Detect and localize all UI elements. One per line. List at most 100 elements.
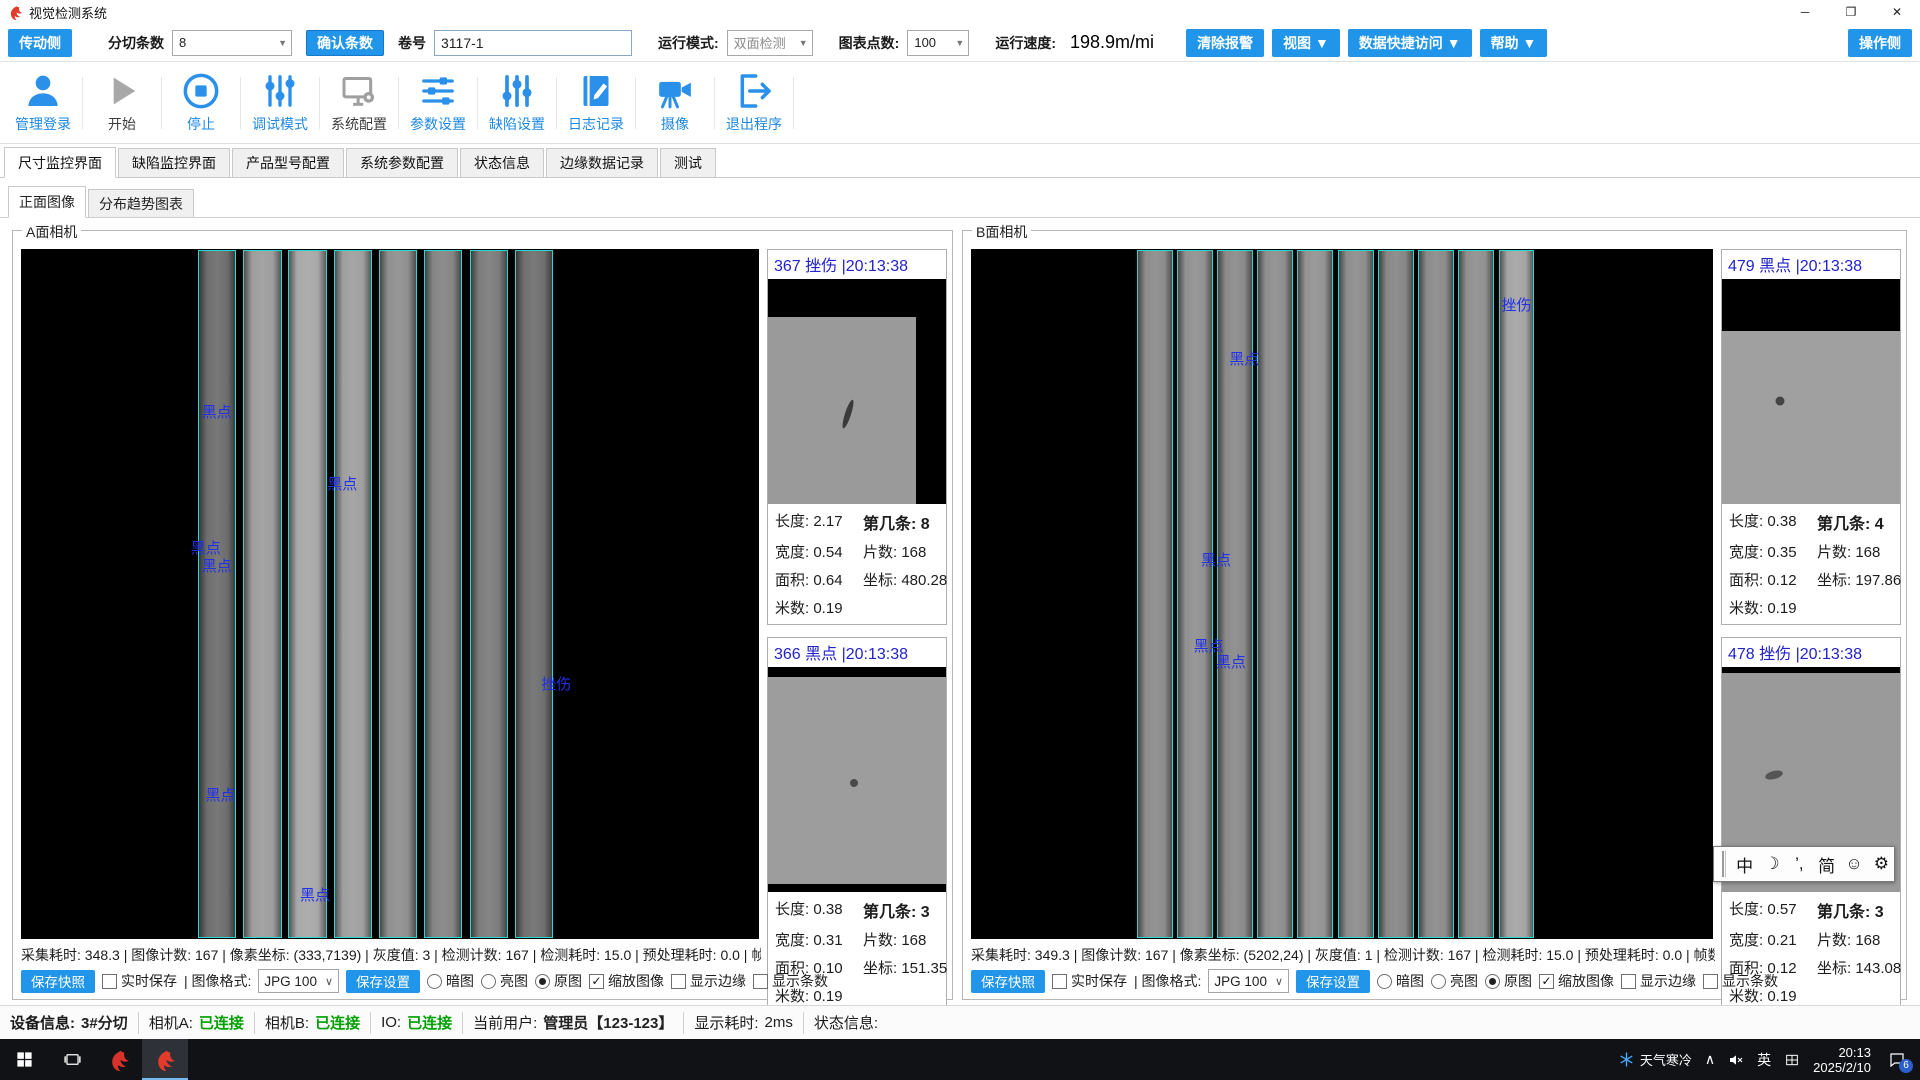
original-image-radio[interactable]: 原图 [1485, 971, 1532, 991]
volume-muted-icon[interactable] [1728, 1052, 1744, 1068]
ime-chinese-mode-button[interactable]: 中 [1732, 852, 1757, 877]
defect-card[interactable]: 366 黑点 |20:13:38 长度: 0.38 第几条: 3 宽度: 0.3… [767, 637, 947, 1013]
bright-image-radio[interactable]: 亮图 [481, 971, 528, 991]
video-camera-icon [655, 71, 695, 111]
tool-label: 摄像 [661, 114, 689, 134]
defect-label: 黑点 [206, 784, 236, 805]
system-config-button[interactable]: 系统配置 [320, 71, 398, 134]
dark-image-radio[interactable]: 暗图 [1377, 971, 1424, 991]
defect-settings-button[interactable]: 缺陷设置 [478, 71, 556, 134]
chevron-down-icon: ▼ [799, 38, 808, 48]
drive-side-button[interactable]: 传动侧 [8, 29, 72, 57]
start-button[interactable] [0, 1039, 48, 1080]
weather-widget[interactable]: 天气寒冷 [1618, 1050, 1692, 1069]
realtime-save-checkbox[interactable]: 实时保存 [102, 971, 177, 991]
title-bar: 视觉检测系统 ─ ❐ ✕ [0, 0, 1920, 24]
camera-capture-button[interactable]: 摄像 [636, 71, 714, 134]
run-mode-value: 双面检测 [734, 33, 786, 52]
debug-mode-button[interactable]: 调试模式 [241, 71, 319, 134]
taskbar-clock[interactable]: 20:13 2025/2/10 [1813, 1045, 1871, 1075]
camera-b-defect-list: 479 黑点 |20:13:38 长度: 0.38 第几条: 4 宽度: 0.3… [1721, 249, 1901, 1013]
operator-side-button[interactable]: 操作侧 [1848, 29, 1912, 57]
display-time-value: 2ms [765, 1014, 793, 1031]
icon-toolbar: 管理登录 开始 停止 调试模式 [0, 62, 1920, 144]
subtab-front-image[interactable]: 正面图像 [8, 186, 86, 218]
ime-punctuation-button[interactable]: ’, [1787, 854, 1812, 874]
run-mode-label: 运行模式: [658, 33, 719, 53]
io-conn-status: 已连接 [407, 1012, 452, 1033]
show-edge-checkbox[interactable]: 显示边缘 [1621, 971, 1696, 991]
zoom-image-checkbox[interactable]: 缩放图像 [1539, 971, 1614, 991]
film-strip [379, 250, 417, 938]
task-view-button[interactable] [48, 1039, 96, 1080]
tab-edge-data-record[interactable]: 边缘数据记录 [546, 148, 658, 177]
save-settings-button[interactable]: 保存设置 [1296, 970, 1370, 993]
radio-label: 亮图 [1450, 971, 1478, 991]
film-strip [1458, 250, 1494, 938]
hidden-icons-chevron[interactable]: ∧ [1705, 1051, 1715, 1068]
defect-card[interactable]: 478 挫伤 |20:13:38 长度: 0.57 第几条: 3 宽度: 0.2… [1721, 637, 1901, 1013]
touch-keyboard-icon[interactable] [1784, 1052, 1800, 1068]
zoom-image-checkbox[interactable]: 缩放图像 [589, 971, 664, 991]
chevron-down-icon: ▼ [278, 38, 287, 48]
show-count-checkbox[interactable]: 显示条数 [1703, 971, 1778, 991]
subtab-trend-chart[interactable]: 分布趋势图表 [88, 189, 194, 217]
data-quick-access-button[interactable]: 数据快捷访问 ▼ [1348, 29, 1472, 57]
save-snapshot-button[interactable]: 保存快照 [21, 970, 95, 993]
save-snapshot-button[interactable]: 保存快照 [971, 970, 1045, 993]
confirm-count-button[interactable]: 确认条数 [306, 30, 384, 56]
dark-image-radio[interactable]: 暗图 [427, 971, 474, 991]
tab-test[interactable]: 测试 [660, 148, 716, 177]
show-count-checkbox[interactable]: 显示条数 [753, 971, 828, 991]
input-language-indicator[interactable]: 英 [1757, 1050, 1771, 1070]
clock-date: 2025/2/10 [1813, 1060, 1871, 1075]
run-mode-select[interactable]: 双面检测 ▼ [727, 30, 813, 56]
close-button[interactable]: ✕ [1874, 0, 1920, 24]
tab-system-param-config[interactable]: 系统参数配置 [346, 148, 458, 177]
defect-label: 黑点 [202, 555, 232, 576]
tab-status-info[interactable]: 状态信息 [460, 148, 544, 177]
realtime-save-checkbox[interactable]: 实时保存 [1052, 971, 1127, 991]
exit-program-button[interactable]: 退出程序 [715, 71, 793, 134]
view-menu-button[interactable]: 视图 ▼ [1272, 29, 1340, 57]
film-strip [470, 250, 508, 938]
defect-header: 478 挫伤 |20:13:38 [1722, 638, 1900, 667]
start-button[interactable]: 开始 [83, 71, 161, 134]
checkbox-label: 显示条数 [1722, 971, 1778, 991]
image-format-select[interactable]: JPG 100∨ [1208, 969, 1289, 993]
tab-size-monitor[interactable]: 尺寸监控界面 [4, 147, 116, 178]
image-format-select[interactable]: JPG 100∨ [258, 969, 339, 993]
show-edge-checkbox[interactable]: 显示边缘 [671, 971, 746, 991]
taskbar-app-2-active[interactable] [142, 1039, 188, 1080]
chart-points-select[interactable]: 100 ▼ [907, 30, 969, 56]
ime-settings-gear-icon[interactable]: ⚙ [1869, 854, 1894, 874]
camera-a-conn-label: 相机A: [149, 1012, 193, 1033]
log-record-button[interactable]: 日志记录 [557, 71, 635, 134]
minimize-button[interactable]: ─ [1782, 0, 1828, 24]
defect-card[interactable]: 479 黑点 |20:13:38 长度: 0.38 第几条: 4 宽度: 0.3… [1721, 249, 1901, 625]
parameter-settings-button[interactable]: 参数设置 [399, 71, 477, 134]
defect-stats: 长度: 2.17 第几条: 8 宽度: 0.54 片数: 168 面积: 0.6… [768, 504, 946, 624]
save-settings-button[interactable]: 保存设置 [346, 970, 420, 993]
help-menu-button[interactable]: 帮助 ▼ [1480, 29, 1548, 57]
bright-image-radio[interactable]: 亮图 [1431, 971, 1478, 991]
maximize-button[interactable]: ❐ [1828, 0, 1874, 24]
admin-login-button[interactable]: 管理登录 [4, 71, 82, 134]
original-image-radio[interactable]: 原图 [535, 971, 582, 991]
divider [803, 1012, 804, 1034]
roll-number-input[interactable] [434, 30, 632, 56]
drag-handle[interactable] [1722, 851, 1726, 877]
clear-alarm-button[interactable]: 清除报警 [1186, 29, 1264, 57]
ime-fullwidth-moon-icon[interactable]: ☽ [1759, 854, 1784, 874]
tab-product-model-config[interactable]: 产品型号配置 [232, 148, 344, 177]
ime-simplified-button[interactable]: 简 [1814, 852, 1839, 877]
run-speed-label: 运行速度: [995, 33, 1056, 53]
tab-defect-monitor[interactable]: 缺陷监控界面 [118, 148, 230, 177]
slit-count-select[interactable]: 8 ▼ [172, 30, 292, 56]
defect-label: 黑点 [1201, 549, 1231, 570]
taskbar-app-1[interactable] [96, 1039, 142, 1080]
ime-emoji-button[interactable]: ☺ [1841, 854, 1866, 874]
stop-button[interactable]: 停止 [162, 71, 240, 134]
notification-center-button[interactable]: 6 [1884, 1047, 1910, 1073]
defect-card[interactable]: 367 挫伤 |20:13:38 长度: 2.17 第几条: 8 宽度: 0.5… [767, 249, 947, 625]
